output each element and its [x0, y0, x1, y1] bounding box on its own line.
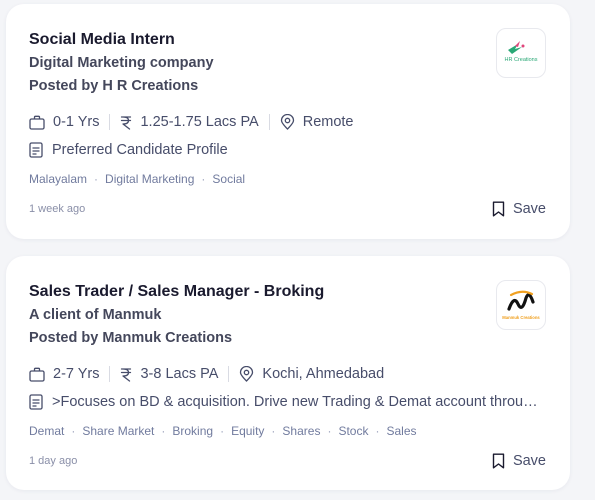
document-icon	[29, 394, 43, 410]
tag-separator: ·	[220, 424, 225, 438]
job-card[interactable]: Sales Trader / Sales Manager - Broking A…	[6, 256, 570, 490]
location-pin-icon	[240, 366, 254, 382]
save-button[interactable]: Save	[492, 453, 546, 469]
posted-by: Posted by H R Creations	[29, 78, 199, 94]
experience-value: 2-7 Yrs	[53, 366, 100, 382]
briefcase-icon	[29, 367, 45, 382]
save-label: Save	[512, 453, 546, 469]
tag-separator: ·	[71, 424, 76, 438]
skill-tags: Malayalam · Digital Marketing · Social	[29, 172, 245, 186]
location-value: Remote	[302, 114, 354, 130]
company-logo[interactable]: HR Creations	[496, 28, 546, 78]
company-logo[interactable]: Manmuk Creations	[496, 280, 546, 330]
location-value: Kochi, Ahmedabad	[262, 366, 385, 382]
tag-separator: ·	[375, 424, 380, 438]
tag: Stock	[338, 424, 369, 438]
company-name[interactable]: Digital Marketing company	[29, 55, 214, 71]
meta-separator	[228, 366, 230, 382]
posted-ago: 1 week ago	[29, 203, 86, 215]
job-title[interactable]: Sales Trader / Sales Manager - Broking	[29, 283, 324, 301]
job-description: Preferred Candidate Profile	[29, 142, 228, 158]
manmuk-logo: Manmuk Creations	[502, 290, 540, 320]
tag-separator: ·	[201, 172, 206, 186]
logo-lettering: HR Creations	[504, 57, 537, 63]
experience: 2-7 Yrs	[29, 366, 99, 382]
location: Remote	[280, 114, 354, 130]
salary: 1.25-1.75 Lacs PA	[120, 114, 259, 130]
save-button[interactable]: Save	[492, 201, 546, 217]
experience: 0-1 Yrs	[29, 114, 99, 130]
tag: Sales	[386, 424, 417, 438]
meta-separator	[109, 366, 111, 382]
briefcase-icon	[29, 115, 45, 130]
job-description: >Focuses on BD & acquisition. Drive new …	[29, 394, 544, 410]
description-text: >Focuses on BD & acquisition. Drive new …	[52, 394, 544, 410]
tag: Demat	[29, 424, 65, 438]
posted-ago: 1 day ago	[29, 455, 78, 467]
bookmark-icon	[492, 201, 505, 217]
location: Kochi, Ahmedabad	[239, 366, 384, 382]
document-icon	[29, 142, 43, 158]
tag: Shares	[282, 424, 321, 438]
rupee-icon	[121, 115, 132, 130]
tag-separator: ·	[271, 424, 276, 438]
location-pin-icon	[280, 114, 294, 130]
salary: 3-8 Lacs PA	[120, 366, 218, 382]
job-card[interactable]: Social Media Intern Digital Marketing co…	[6, 4, 570, 239]
tag: Digital Marketing	[105, 172, 195, 186]
logo-lettering: Manmuk Creations	[502, 315, 540, 320]
tag: Malayalam	[29, 172, 88, 186]
rupee-icon	[121, 367, 132, 382]
job-meta: 0-1 Yrs 1.25-1.75 Lacs PA Remote	[29, 114, 354, 130]
posted-by: Posted by Manmuk Creations	[29, 330, 233, 346]
meta-separator	[268, 114, 270, 130]
experience-value: 0-1 Yrs	[53, 114, 100, 130]
tag-separator: ·	[161, 424, 166, 438]
skill-tags: Demat · Share Market · Broking · Equity …	[29, 424, 417, 438]
tag-separator: ·	[327, 424, 332, 438]
bookmark-icon	[492, 453, 505, 469]
tag: Social	[212, 172, 246, 186]
tag: Broking	[172, 424, 214, 438]
job-title[interactable]: Social Media Intern	[29, 31, 175, 49]
tag: Equity	[231, 424, 265, 438]
job-meta: 2-7 Yrs 3-8 Lacs PA Kochi, Ahmedabad	[29, 366, 384, 382]
salary-value: 3-8 Lacs PA	[140, 366, 219, 382]
salary-value: 1.25-1.75 Lacs PA	[140, 114, 259, 130]
company-name[interactable]: A client of Manmuk	[29, 307, 161, 323]
meta-separator	[109, 114, 111, 130]
tag: Share Market	[82, 424, 155, 438]
tag-separator: ·	[94, 172, 99, 186]
description-text: Preferred Candidate Profile	[52, 142, 228, 158]
hr-creations-logo: HR Creations	[504, 41, 538, 63]
save-label: Save	[512, 201, 546, 217]
